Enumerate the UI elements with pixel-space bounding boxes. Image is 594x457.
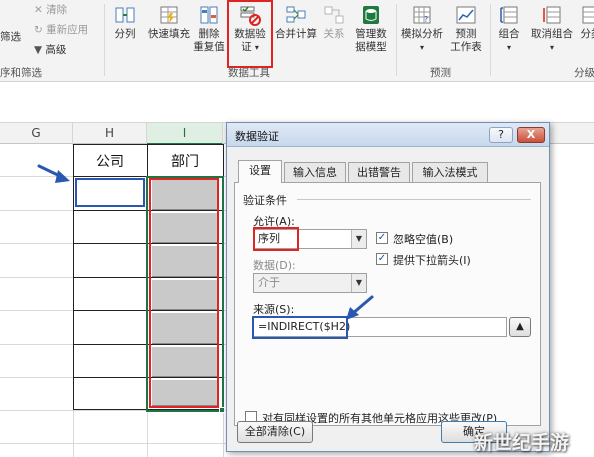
tab-error-alert[interactable]: 出错警告 xyxy=(348,162,410,182)
group-label-sort-filter: 序和筛选 xyxy=(0,67,42,79)
reapply-filter-button[interactable]: ↻ 重新应用 xyxy=(34,24,88,37)
relationships-icon xyxy=(324,6,344,24)
column-header-i[interactable]: I xyxy=(147,123,223,145)
relationships-button[interactable]: 关系 xyxy=(320,4,348,41)
flash-fill-button[interactable]: 快速填充 xyxy=(144,4,194,41)
dropdown-arrow-icon[interactable]: ▼ xyxy=(351,274,366,292)
arrow-annotation-icon xyxy=(37,164,70,183)
help-button[interactable]: ? xyxy=(489,127,513,143)
data-label: 数据(D): xyxy=(253,259,296,272)
data-value: 介于 xyxy=(258,276,280,289)
collapse-dialog-icon: ▲ xyxy=(516,321,524,332)
what-if-analysis-button[interactable]: ? 模拟分析 ▾ xyxy=(398,4,446,54)
watermark: 新世纪手游 xyxy=(474,432,570,454)
arrow-annotation-icon xyxy=(346,295,374,320)
settings-panel: 验证条件 允许(A): 序列 ▼ ✓ 忽略空值(B) ✓ 提供下拉箭头(I) 数… xyxy=(234,182,541,426)
tab-input-message[interactable]: 输入信息 xyxy=(284,162,346,182)
svg-text:?: ? xyxy=(424,15,428,24)
data-select[interactable]: 介于 ▼ xyxy=(253,273,367,293)
dropdown-caret-icon: ▾ xyxy=(506,43,511,52)
forecast-sheet-button[interactable]: 预测 工作表 xyxy=(448,4,484,54)
group-label-data-tools: 数据工具 xyxy=(228,67,270,79)
criteria-title: 验证条件 xyxy=(243,194,287,207)
clear-all-button[interactable]: 全部清除(C) xyxy=(237,421,313,443)
ignore-blank-checkbox[interactable]: ✓ xyxy=(376,232,388,244)
dialog-title-bar[interactable]: 数据验证 ? X xyxy=(227,123,549,147)
clear-filter-icon: ✕ xyxy=(34,4,43,16)
source-label: 来源(S): xyxy=(253,303,295,316)
dropdown-arrow-icon[interactable]: ▼ xyxy=(351,230,366,248)
group-label-outline: 分级 xyxy=(574,67,594,79)
dropdown-caret-icon: ▾ xyxy=(419,43,424,52)
ungroup-icon xyxy=(543,6,561,24)
close-button[interactable]: X xyxy=(517,127,545,143)
company-cell-highlight xyxy=(75,178,145,207)
dialog-title: 数据验证 xyxy=(235,130,279,143)
consolidate-button[interactable]: 合并计算 xyxy=(272,4,320,41)
group-button[interactable]: 组合 ▾ xyxy=(494,4,524,54)
tab-settings[interactable]: 设置 xyxy=(238,160,282,183)
subtotal-icon xyxy=(582,6,594,24)
column-header-g[interactable]: G xyxy=(0,123,73,145)
source-highlight xyxy=(252,316,348,339)
remove-duplicates-button[interactable]: 删除 重复值 xyxy=(193,4,225,54)
dropdown-caret-icon: ▾ xyxy=(549,43,554,52)
flash-fill-icon xyxy=(160,6,178,24)
header-department[interactable]: 部门 xyxy=(147,151,223,171)
range-picker-button[interactable]: ▲ xyxy=(509,317,531,337)
ribbon: 筛选 ✕ 清除 ↻ 重新应用 ▼ 高级 序和筛选 分列 快速填充 删除 重复值 … xyxy=(0,0,594,82)
remove-duplicates-icon xyxy=(200,6,218,24)
in-cell-dropdown-label: 提供下拉箭头(I) xyxy=(393,254,471,267)
group-icon xyxy=(500,6,518,24)
clear-filter-button[interactable]: ✕ 清除 xyxy=(34,4,67,17)
data-validation-dialog: 数据验证 ? X 设置 输入信息 出错警告 输入法模式 验证条件 允许(A): … xyxy=(226,122,550,452)
ungroup-button[interactable]: 取消组合 ▾ xyxy=(528,4,576,54)
allow-value-highlight xyxy=(253,227,299,251)
filter-button[interactable]: 筛选 xyxy=(0,31,21,44)
in-cell-dropdown-checkbox[interactable]: ✓ xyxy=(376,253,388,265)
forecast-sheet-icon xyxy=(456,6,476,24)
tab-ime-mode[interactable]: 输入法模式 xyxy=(412,162,488,182)
header-company[interactable]: 公司 xyxy=(73,151,147,171)
consolidate-icon xyxy=(286,6,306,23)
text-to-columns-icon xyxy=(115,7,135,23)
subtotal-button[interactable]: 分类 xyxy=(580,4,594,41)
what-if-icon: ? xyxy=(413,6,431,24)
ignore-blank-label: 忽略空值(B) xyxy=(393,233,454,246)
department-range-highlight xyxy=(149,178,219,408)
manage-data-model-button[interactable]: 管理数 据模型 xyxy=(350,4,392,54)
group-label-forecast: 预测 xyxy=(430,67,451,79)
reapply-icon: ↻ xyxy=(34,24,43,36)
text-to-columns-button[interactable]: 分列 xyxy=(109,4,141,41)
advanced-filter-icon: ▼ xyxy=(34,44,43,56)
column-header-h[interactable]: H xyxy=(73,123,147,145)
advanced-filter-button[interactable]: ▼ 高级 xyxy=(34,44,66,57)
fill-handle[interactable] xyxy=(219,407,225,413)
data-validation-highlight xyxy=(227,0,273,68)
data-model-icon xyxy=(363,6,379,24)
